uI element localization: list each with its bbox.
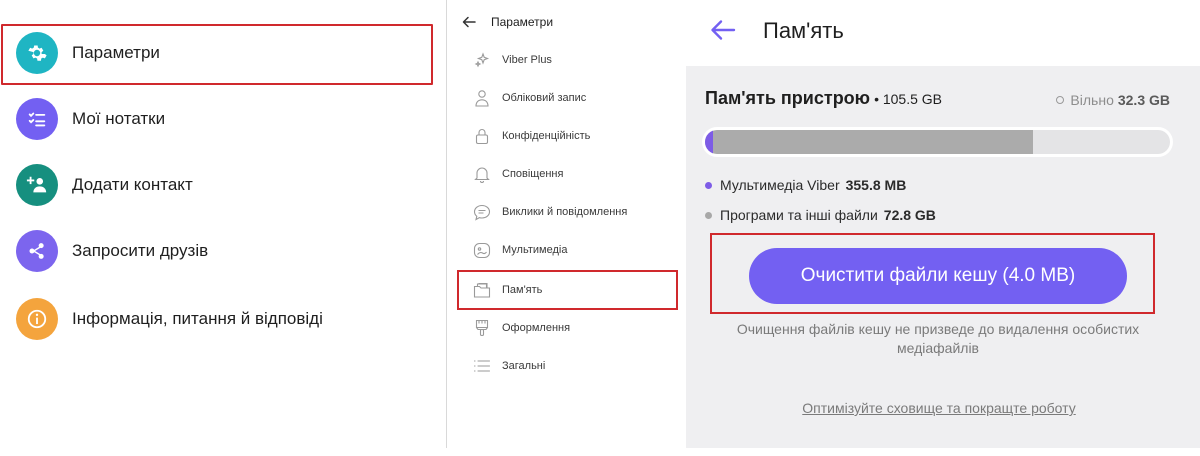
add-contact-icon [16, 164, 58, 206]
storage-panel: Пам'ять Пам'ять пристрою • 105.5 GB Вільн… [686, 0, 1200, 456]
free-space-label: Вільно [1070, 92, 1114, 108]
settings-item-label: Обліковий запис [502, 92, 587, 104]
storage-usage-track [705, 130, 1170, 154]
settings-item-calls-messages[interactable]: Виклики й повідомлення [472, 202, 672, 222]
settings-item-label: Виклики й повідомлення [502, 206, 628, 218]
legend-viber-media: Мультимедіа Viber 355.8 MB [705, 177, 906, 193]
settings-item-account[interactable]: Обліковий запис [472, 88, 672, 108]
device-storage-size: • 105.5 GB [874, 91, 943, 107]
usage-fill-viber [705, 130, 713, 154]
account-icon [472, 89, 492, 107]
storage-header: Пам'ять [686, 0, 1200, 66]
device-storage-heading: Пам'ять пристрою • 105.5 GB [705, 88, 942, 109]
menu-item-info-faq[interactable]: Інформація, питання й відповіді [0, 286, 446, 352]
back-arrow-icon[interactable] [710, 18, 736, 42]
bell-icon [472, 165, 492, 183]
settings-item-label: Загальні [502, 360, 546, 372]
menu-item-label: Запросити друзів [72, 241, 209, 260]
settings-item-label: Viber Plus [502, 54, 552, 66]
settings-item-general[interactable]: Загальні [472, 356, 672, 376]
notes-checklist-icon [16, 98, 58, 140]
storage-usage-bar [702, 127, 1173, 157]
settings-title: Параметри [491, 15, 554, 29]
legend-dot [705, 181, 712, 189]
menu-item-invite-friends[interactable]: Запросити друзів [0, 218, 446, 284]
legend-apps-files: Програми та інші файли 72.8 GB [705, 207, 936, 223]
free-space-value: 32.3 GB [1117, 92, 1170, 108]
settings-item-label: Сповіщення [502, 168, 564, 180]
list-icon [472, 357, 492, 375]
settings-item-label: Конфіденційність [502, 130, 591, 142]
legend-value: 355.8 MB [845, 177, 907, 193]
settings-panel: Параметри Viber Plus Обліковий запис Кон… [448, 0, 686, 456]
legend-label: Програми та інші файли [720, 207, 878, 223]
page-title: Пам'ять [763, 18, 844, 43]
settings-item-privacy[interactable]: Конфіденційність [472, 126, 672, 146]
chat-bubble-icon [472, 203, 492, 221]
share-icon [16, 230, 58, 272]
panel-divider [446, 0, 447, 448]
settings-item-viber-plus[interactable]: Viber Plus [472, 50, 672, 70]
device-storage-label: Пам'ять пристрою [705, 88, 871, 108]
legend-label: Мультимедіа Viber [720, 177, 840, 193]
menu-item-my-notes[interactable]: Мої нотатки [0, 86, 446, 152]
highlight-settings [1, 24, 433, 85]
menu-item-label: Інформація, питання й відповіді [72, 309, 323, 328]
info-icon [16, 298, 58, 340]
media-icon [472, 241, 492, 259]
menu-item-label: Мої нотатки [72, 109, 166, 128]
settings-item-appearance[interactable]: Оформлення [472, 318, 672, 338]
settings-item-label: Оформлення [502, 322, 571, 334]
free-space-indicator: Вільно 32.3 GB [1056, 92, 1170, 108]
highlight-clear-cache [710, 233, 1155, 314]
back-arrow-icon[interactable] [462, 14, 476, 30]
usage-fill-other [705, 130, 1034, 154]
free-dot-icon [1056, 96, 1065, 104]
settings-item-notifications[interactable]: Сповіщення [472, 164, 672, 184]
optimize-storage-link[interactable]: Оптимізуйте сховище та покращте роботу [686, 400, 1192, 416]
menu-item-label: Додати контакт [72, 175, 193, 194]
settings-item-multimedia[interactable]: Мультимедіа [472, 240, 672, 260]
lock-icon [472, 127, 492, 145]
settings-item-label: Мультимедіа [502, 244, 568, 256]
highlight-storage-item [457, 270, 678, 310]
legend-value: 72.8 GB [883, 207, 936, 223]
legend-dot [705, 211, 712, 219]
paint-brush-icon [472, 319, 492, 337]
sparkle-icon [472, 51, 492, 69]
clear-cache-note: Очищення файлів кешу не призведе до вида… [736, 321, 1140, 356]
menu-item-add-contact[interactable]: Додати контакт [0, 152, 446, 218]
